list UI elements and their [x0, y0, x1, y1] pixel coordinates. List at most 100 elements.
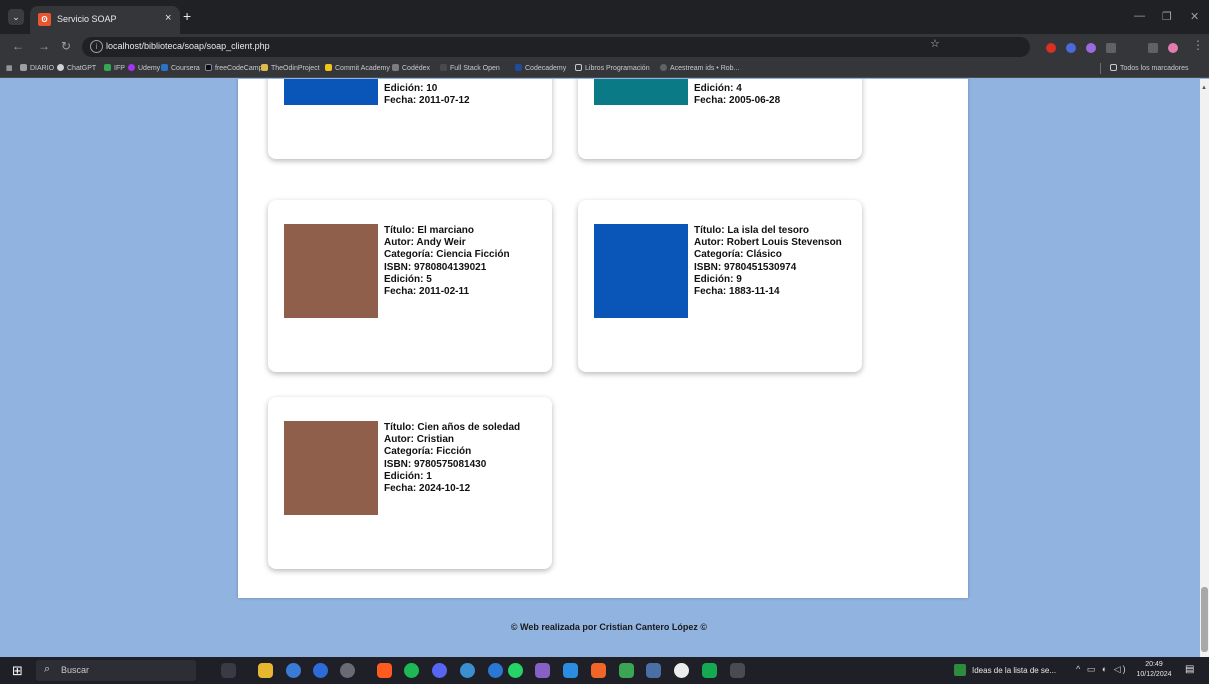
book-edition: Edición: 9 — [694, 273, 742, 285]
book-card: Edición: 10 Fecha: 2011-07-12 — [268, 79, 552, 159]
book-edition: Edición: 5 — [384, 273, 432, 285]
chrome-icon[interactable] — [286, 663, 301, 678]
tab-search-menu-icon[interactable]: ⌄ — [8, 9, 24, 25]
notification-center-icon[interactable]: ▤ — [1185, 664, 1194, 675]
url-text[interactable]: localhost/biblioteca/soap/soap_client.ph… — [106, 41, 270, 51]
browser-toolbar: ← → ↻ i localhost/biblioteca/soap/soap_c… — [0, 34, 1209, 60]
bookmarks-bar: ▦ DIARIO ChatGPT IFP Udemy Coursera free… — [0, 60, 1209, 78]
system-tray-icons[interactable]: ^ ▭ ◐ ◁) — [1076, 664, 1128, 675]
bookmark-favicon-icon — [660, 64, 667, 71]
reload-icon[interactable]: ↻ — [61, 39, 71, 53]
book-card: Título: Cien años de soledad Autor: Cris… — [268, 397, 552, 569]
book-cover — [284, 224, 378, 318]
bookmark-item[interactable]: Commit Academy — [325, 64, 390, 72]
opera-icon[interactable] — [377, 663, 392, 678]
folder-icon — [1110, 64, 1117, 71]
book-cover — [284, 421, 378, 515]
bookmark-item[interactable]: Full Stack Open — [440, 64, 500, 72]
spotify-icon[interactable] — [404, 663, 419, 678]
bookmark-item[interactable]: DIARIO — [20, 64, 54, 72]
terminal-icon[interactable] — [730, 663, 745, 678]
extension-icon[interactable] — [1066, 43, 1076, 53]
whatsapp-icon[interactable] — [508, 663, 523, 678]
book-author: Autor: Robert Louis Stevenson — [694, 237, 842, 249]
book-card: Título: La isla del tesoro Autor: Robert… — [578, 200, 862, 372]
back-arrow-icon[interactable]: ← — [12, 39, 24, 53]
github-icon[interactable] — [340, 663, 355, 678]
book-edition: Edición: 4 — [694, 83, 742, 94]
xampp-icon[interactable] — [591, 663, 606, 678]
new-tab-button[interactable]: + — [183, 8, 191, 24]
discord-icon[interactable] — [432, 663, 447, 678]
scrollbar-thumb[interactable] — [1201, 587, 1208, 652]
visual-studio-icon[interactable] — [535, 663, 550, 678]
bookmarks-divider — [1100, 63, 1101, 74]
all-bookmarks-folder[interactable]: Todos los marcadores — [1110, 64, 1188, 72]
bookmark-favicon-icon — [161, 64, 168, 71]
book-date: Fecha: 2024-10-12 — [384, 483, 471, 495]
clock-date: 10/12/2024 — [1136, 671, 1172, 678]
search-icon: ⌕ — [44, 663, 51, 675]
windows-start-icon[interactable]: ⊞ — [12, 664, 23, 677]
close-window-icon[interactable]: ✕ — [1190, 10, 1199, 23]
edge-icon[interactable] — [488, 663, 503, 678]
extension-icon[interactable] — [1086, 43, 1096, 53]
bookmark-item[interactable]: IFP — [104, 64, 125, 72]
task-view-icon[interactable] — [221, 663, 236, 678]
bookmark-favicon-icon — [57, 64, 64, 71]
ublock-extension-icon[interactable] — [1046, 43, 1056, 53]
taskbar-widget[interactable]: Ideas de la lista de se... — [952, 661, 1066, 680]
search-placeholder[interactable]: Buscar — [61, 665, 89, 675]
book-isbn: ISBN: 9780575081430 — [384, 458, 487, 470]
app-icon[interactable] — [460, 663, 475, 678]
restore-icon[interactable]: ❐ — [1162, 10, 1172, 23]
tab-bar: ⌄ ʘ Servicio SOAP × + — ❐ ✕ — [0, 0, 1209, 34]
bookmark-favicon-icon — [392, 64, 399, 71]
app-icon[interactable] — [646, 663, 661, 678]
book-edition: Edición: 10 — [384, 83, 438, 94]
tab-servicio-soap[interactable]: ʘ Servicio SOAP × — [30, 6, 180, 34]
bookmark-item[interactable]: ChatGPT — [57, 64, 96, 72]
apps-grid-icon[interactable]: ▦ — [6, 64, 13, 72]
book-date: Fecha: 1883-11-14 — [694, 286, 780, 298]
forward-arrow-icon[interactable]: → — [38, 39, 50, 53]
file-explorer-icon[interactable] — [258, 663, 273, 678]
bookmark-item[interactable]: Codédex — [392, 64, 430, 72]
bookmark-star-icon[interactable]: ☆ — [930, 37, 940, 50]
bookmark-item[interactable]: Codecademy — [515, 64, 566, 72]
folder-icon — [575, 64, 582, 71]
profile-avatar[interactable] — [1168, 43, 1178, 53]
book-category: Categoría: Clásico — [694, 249, 782, 261]
book-edition: Edición: 1 — [384, 470, 432, 482]
reading-list-icon[interactable] — [1148, 43, 1158, 53]
book-isbn: ISBN: 9780804139021 — [384, 261, 487, 273]
bookmark-item[interactable]: Udemy — [128, 64, 160, 72]
bookmark-item[interactable]: Acestream ids • Rob... — [660, 64, 739, 72]
book-category: Categoría: Ciencia Ficción — [384, 249, 510, 261]
book-author: Autor: Andy Weir — [384, 237, 466, 249]
taskbar-search[interactable]: ⌕ Buscar — [36, 660, 196, 681]
app-icon[interactable] — [619, 663, 634, 678]
widget-text: Ideas de la lista de se... — [972, 666, 1057, 675]
address-bar[interactable]: i localhost/biblioteca/soap/soap_client.… — [82, 37, 1030, 57]
scroll-up-arrow-icon[interactable]: ▲ — [1201, 85, 1207, 91]
bookmark-favicon-icon — [515, 64, 522, 71]
bookmark-favicon-icon — [325, 64, 332, 71]
bookmark-folder[interactable]: Libros Programación — [575, 64, 650, 72]
vscode-icon[interactable] — [563, 663, 578, 678]
bookmark-item[interactable]: TheOdinProject — [261, 64, 320, 72]
app-icon[interactable] — [674, 663, 689, 678]
minimize-icon[interactable]: — — [1134, 10, 1145, 22]
bookmark-favicon-icon — [104, 64, 111, 71]
bookmark-item[interactable]: Coursera — [161, 64, 200, 72]
bookmark-item[interactable]: freeCodeCamp — [205, 64, 262, 72]
chrome-profile-icon[interactable] — [313, 663, 328, 678]
page-scrollbar[interactable]: ▲ — [1200, 79, 1209, 657]
tab-close-icon[interactable]: × — [165, 12, 171, 24]
taskbar-clock[interactable]: 20:49 10/12/2024 — [1135, 660, 1173, 680]
site-info-icon[interactable]: i — [90, 40, 103, 53]
book-info: Título: Cien años de soledad Autor: Cris… — [384, 422, 549, 495]
extensions-puzzle-icon[interactable] — [1106, 43, 1116, 53]
mongodb-icon[interactable] — [702, 663, 717, 678]
browser-menu-icon[interactable]: ⋮ — [1192, 38, 1204, 52]
